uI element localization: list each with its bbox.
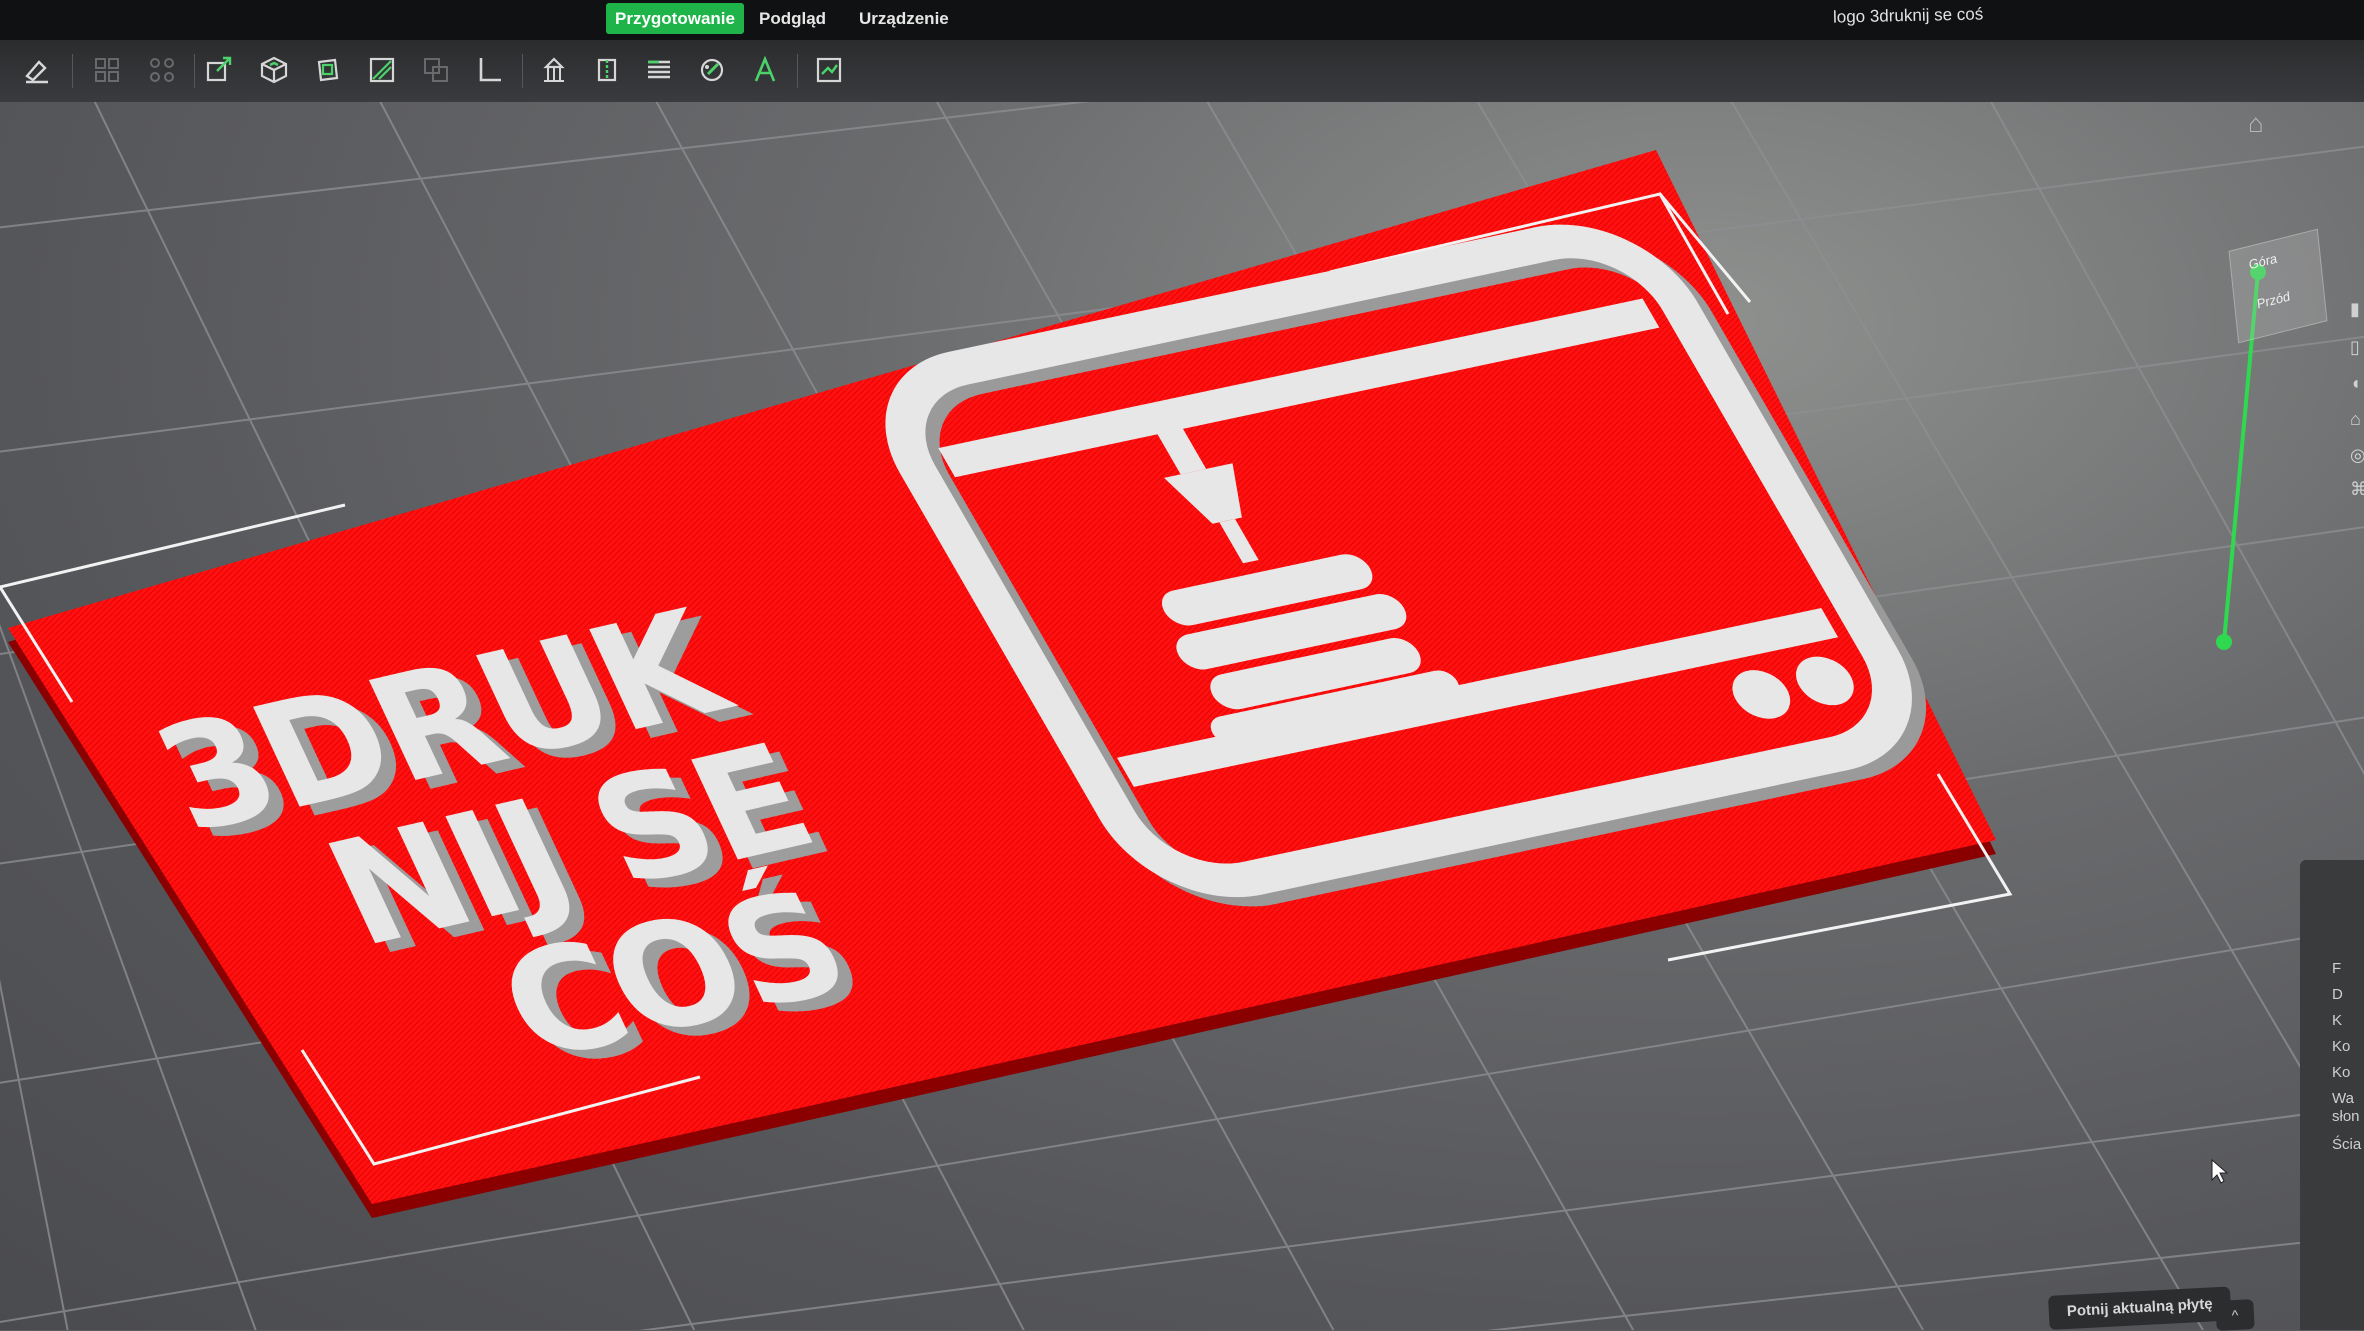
side-row-2[interactable]: D	[2332, 986, 2343, 1003]
toolbar-separator	[194, 54, 195, 88]
assembly-icon[interactable]	[808, 49, 850, 91]
add-cube-icon[interactable]	[253, 49, 295, 91]
3d-viewport[interactable]: 3DRUK 3DRUK NIJ SE NIJ SE COŚ COŚ Góra P…	[0, 102, 2364, 1330]
toolbar-separator	[797, 54, 798, 88]
seam-icon[interactable]	[586, 49, 628, 91]
slice-dropdown-button[interactable]: ^	[2215, 1299, 2255, 1331]
arrange-all-icon[interactable]	[86, 49, 128, 91]
side-row-7[interactable]: słon	[2332, 1108, 2360, 1125]
color-paint-icon[interactable]	[691, 49, 733, 91]
side-row-1[interactable]: F	[2332, 960, 2341, 977]
measure-icon[interactable]	[468, 49, 510, 91]
seam-mode-icon[interactable]: ⌂	[2350, 410, 2364, 428]
view-cube-front-label[interactable]: Przód	[2256, 288, 2291, 311]
tab-prepare[interactable]: Przygotowanie	[606, 3, 744, 34]
side-row-8[interactable]: Ścia	[2332, 1136, 2361, 1153]
object-settings-icon[interactable]: ▯	[2350, 338, 2364, 356]
arrange-grid-icon[interactable]	[141, 49, 183, 91]
side-row-4[interactable]: Ko	[2332, 1038, 2350, 1055]
side-row-3[interactable]: K	[2332, 1012, 2342, 1029]
layer-slider-bottom-handle	[2216, 634, 2232, 650]
text-icon[interactable]	[744, 49, 786, 91]
toolbar	[0, 40, 2364, 102]
side-row-5[interactable]: Ko	[2332, 1064, 2350, 1081]
view-cube-top-label[interactable]: Góra	[2248, 250, 2278, 272]
menu-bar: Przygotowanie Podgląd Urządzenie logo 3d…	[0, 0, 2364, 40]
tab-device[interactable]: Urządzenie	[850, 3, 958, 34]
home-icon[interactable]: ⌂	[2248, 108, 2264, 139]
project-title: logo 3druknij se coś	[1832, 4, 1984, 27]
cut-icon[interactable]	[361, 49, 403, 91]
variable-layer-icon[interactable]: ⌘	[2350, 480, 2364, 498]
mouse-cursor	[2211, 1158, 2229, 1184]
color-mode-icon[interactable]: ◎	[2350, 446, 2364, 464]
object-list-icon[interactable]: ▮	[2350, 300, 2364, 318]
layer-icon[interactable]	[638, 49, 680, 91]
settings-side-panel: F D K Ko Ko Wa słon Ścia	[2300, 860, 2364, 1330]
support-icon[interactable]	[533, 49, 575, 91]
toolbar-separator	[72, 54, 73, 88]
hollow-icon[interactable]	[306, 49, 348, 91]
split-icon[interactable]	[415, 49, 457, 91]
support-mode-icon[interactable]: ◖	[2350, 374, 2364, 392]
tab-preview[interactable]: Podgląd	[750, 3, 835, 34]
toolbar-separator	[522, 54, 523, 88]
scale-icon[interactable]	[198, 49, 240, 91]
paint-icon[interactable]	[16, 49, 58, 91]
side-row-6[interactable]: Wa	[2332, 1090, 2354, 1107]
